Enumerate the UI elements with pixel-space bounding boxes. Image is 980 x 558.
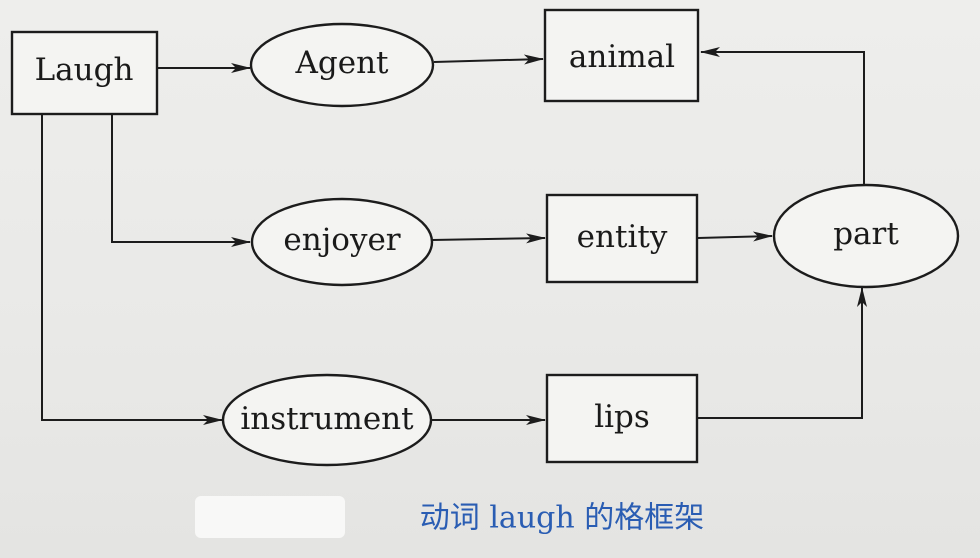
case-frame-diagram: Laugh Agent animal enjoyer entity part i… bbox=[10, 8, 960, 538]
edge-part-animal bbox=[700, 47, 865, 185]
node-agent: Agent bbox=[249, 22, 435, 108]
node-laugh: Laugh bbox=[10, 30, 159, 116]
edges bbox=[41, 47, 867, 425]
node-instrument: instrument bbox=[221, 373, 433, 467]
diagram-caption: 动词 laugh 的格框架 bbox=[420, 501, 704, 536]
edge-entity-part bbox=[697, 231, 773, 242]
edge-laugh-enjoyer bbox=[111, 115, 251, 247]
node-part-label: part bbox=[833, 216, 899, 252]
node-instrument-label: instrument bbox=[240, 401, 414, 437]
node-lips-label: lips bbox=[594, 399, 650, 435]
node-entity-label: entity bbox=[577, 219, 668, 255]
node-laugh-label: Laugh bbox=[35, 52, 134, 88]
node-lips: lips bbox=[545, 373, 699, 464]
edge-agent-animal bbox=[433, 54, 544, 65]
node-animal-label: animal bbox=[569, 39, 675, 75]
edge-lips-part bbox=[698, 287, 867, 419]
node-enjoyer-label: enjoyer bbox=[283, 222, 400, 258]
node-enjoyer: enjoyer bbox=[250, 197, 434, 287]
edge-enjoyer-entity bbox=[431, 233, 546, 244]
node-animal: animal bbox=[543, 8, 700, 103]
node-agent-label: Agent bbox=[295, 45, 390, 81]
node-entity: entity bbox=[545, 193, 699, 284]
node-part: part bbox=[772, 183, 960, 289]
edge-laugh-instrument bbox=[41, 115, 223, 425]
page: Laugh Agent animal enjoyer entity part i… bbox=[0, 0, 980, 558]
caption-highlight bbox=[195, 496, 345, 538]
